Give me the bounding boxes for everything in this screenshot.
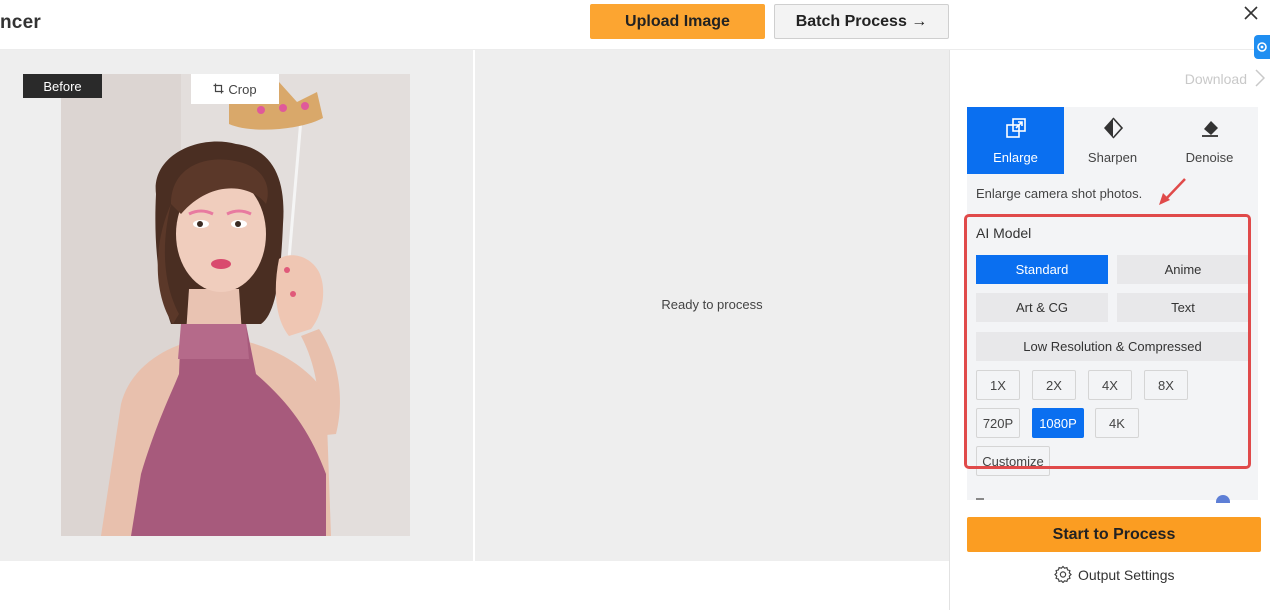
tab-enlarge-label: Enlarge	[993, 149, 1038, 165]
header-bar: ncer Upload Image Batch Process →	[0, 0, 1270, 50]
tab-enlarge[interactable]: Enlarge	[967, 107, 1064, 174]
panel-divider	[949, 50, 950, 610]
app-window: ncer Upload Image Batch Process → Before…	[0, 0, 1270, 610]
close-icon[interactable]	[1240, 2, 1262, 24]
crop-button[interactable]: Crop	[191, 74, 279, 104]
info-icon[interactable]	[1216, 495, 1230, 503]
assistant-chip-icon[interactable]	[1254, 35, 1270, 59]
download-button[interactable]: Download	[1150, 68, 1266, 90]
enlarge-icon	[1005, 117, 1027, 142]
tab-sharpen[interactable]: Sharpen	[1064, 107, 1161, 174]
crop-label: Crop	[228, 81, 257, 97]
start-process-button[interactable]: Start to Process	[967, 517, 1261, 552]
chevron-right-icon	[1255, 68, 1266, 90]
preview-divider	[473, 50, 475, 561]
download-label: Download	[1184, 71, 1247, 87]
tab-denoise[interactable]: Denoise	[1161, 107, 1258, 174]
app-title: ncer	[0, 12, 41, 33]
gear-icon	[1054, 565, 1072, 586]
output-settings-link[interactable]: Output Settings	[1054, 565, 1175, 585]
before-label: Before	[23, 74, 102, 98]
workspace-footer	[0, 561, 949, 610]
mode-description: Enlarge camera shot photos.	[976, 186, 1143, 201]
output-settings-label: Output Settings	[1078, 567, 1175, 583]
annotation-arrow-icon	[1159, 178, 1186, 205]
annotation-highlight-box	[964, 214, 1251, 469]
tab-denoise-label: Denoise	[1185, 149, 1234, 165]
tab-sharpen-label: Sharpen	[1087, 149, 1138, 165]
before-photo	[61, 74, 410, 536]
denoise-icon	[1199, 117, 1221, 142]
sharpen-icon	[1102, 116, 1124, 142]
scroll-peek-line	[976, 498, 984, 500]
mode-tabs: Enlarge Sharpen Denoise	[967, 107, 1258, 174]
ready-status-text: Ready to process	[661, 297, 763, 312]
upload-image-button[interactable]: Upload Image	[590, 4, 765, 39]
batch-process-button[interactable]: Batch Process →	[774, 4, 949, 39]
crop-icon	[213, 82, 224, 97]
